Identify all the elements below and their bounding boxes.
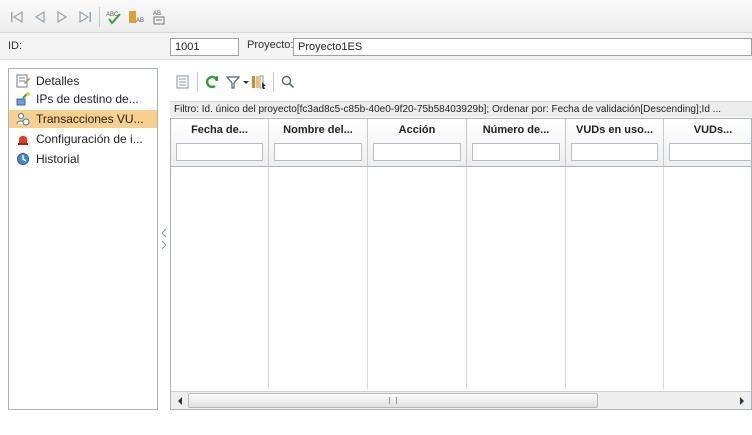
column-title: Acción: [398, 124, 436, 136]
sidebar-item-label: Configuración de i...: [36, 132, 143, 146]
column-header[interactable]: Nombre del...: [269, 119, 368, 167]
transactions-icon: [15, 111, 31, 127]
last-record-icon[interactable]: [76, 8, 94, 26]
column-filter-input[interactable]: [274, 143, 362, 161]
transactions-grid: Fecha de... Nombre del... Acción Número …: [170, 118, 752, 410]
column-header[interactable]: Acción: [368, 119, 467, 167]
column-title: Fecha de...: [191, 124, 248, 136]
first-record-icon[interactable]: [8, 8, 26, 26]
history-icon: [15, 151, 31, 167]
sidebar-item-label: Historial: [36, 152, 80, 166]
column-title: Número de...: [482, 124, 550, 136]
project-label: Proyecto:: [247, 39, 294, 51]
network-ip-icon: [15, 91, 31, 107]
column-title: VUDs...: [693, 124, 733, 136]
thesaurus-icon[interactable]: AB: [150, 8, 168, 26]
sidebar-item-transactions[interactable]: Transacciones VU...: [9, 110, 157, 128]
svg-text:AB: AB: [136, 18, 144, 24]
scroll-left-icon[interactable]: [173, 394, 187, 407]
column-header[interactable]: Número de...: [467, 119, 566, 167]
spell-check-icon[interactable]: ABC: [105, 8, 123, 26]
svg-text:AB: AB: [153, 11, 161, 17]
column-header[interactable]: Fecha de...: [171, 119, 269, 167]
find-icon[interactable]: [279, 73, 297, 91]
splitter-handle[interactable]: [160, 225, 168, 253]
column-filter-input[interactable]: [669, 143, 751, 161]
sidebar: Detalles IPs de destino de... Transaccio…: [8, 68, 158, 410]
sidebar-item-label: IPs de destino de...: [36, 92, 139, 106]
column-title: Nombre del...: [283, 124, 353, 136]
sidebar-item-ips[interactable]: IPs de destino de...: [9, 90, 157, 108]
sidebar-item-label: Transacciones VU...: [36, 112, 144, 126]
record-toolbar: ABC AB AB: [0, 0, 752, 33]
grip-icon: [389, 397, 397, 404]
scroll-right-icon[interactable]: [735, 394, 749, 407]
grid-toolbar: [170, 68, 752, 96]
column-filter-input[interactable]: [472, 143, 560, 161]
filter-summary: Filtro: Id. único del proyecto[fc3ad8c5-…: [170, 101, 752, 117]
column-filter-input[interactable]: [373, 143, 461, 161]
previous-record-icon[interactable]: [31, 8, 49, 26]
id-field[interactable]: 1001: [170, 38, 239, 56]
sidebar-item-details[interactable]: Detalles: [9, 72, 157, 90]
column-filter-input[interactable]: [571, 143, 658, 161]
spelling-options-icon[interactable]: AB: [127, 8, 145, 26]
sidebar-item-history[interactable]: Historial: [9, 150, 157, 168]
column-filter-input[interactable]: [176, 143, 263, 161]
grid-header: Fecha de... Nombre del... Acción Número …: [171, 119, 751, 167]
select-columns-icon[interactable]: [250, 73, 268, 91]
refresh-icon[interactable]: [203, 73, 221, 91]
sidebar-item-configuration[interactable]: Configuración de i...: [9, 130, 157, 148]
configuration-icon: [15, 131, 31, 147]
horizontal-scrollbar[interactable]: [171, 391, 751, 409]
column-header[interactable]: VUDs en uso...: [566, 119, 664, 167]
sidebar-item-label: Detalles: [36, 74, 80, 88]
details-icon: [15, 73, 31, 89]
record-header: ID: 1001 Proyecto: Proyecto1ES: [0, 33, 752, 60]
next-record-icon[interactable]: [53, 8, 71, 26]
project-field[interactable]: Proyecto1ES: [293, 38, 752, 56]
id-label: ID:: [8, 40, 23, 52]
details-view-icon[interactable]: [174, 73, 192, 91]
column-title: VUDs en uso...: [575, 124, 654, 136]
scrollbar-thumb[interactable]: [188, 393, 598, 408]
column-header[interactable]: VUDs...: [664, 119, 751, 167]
